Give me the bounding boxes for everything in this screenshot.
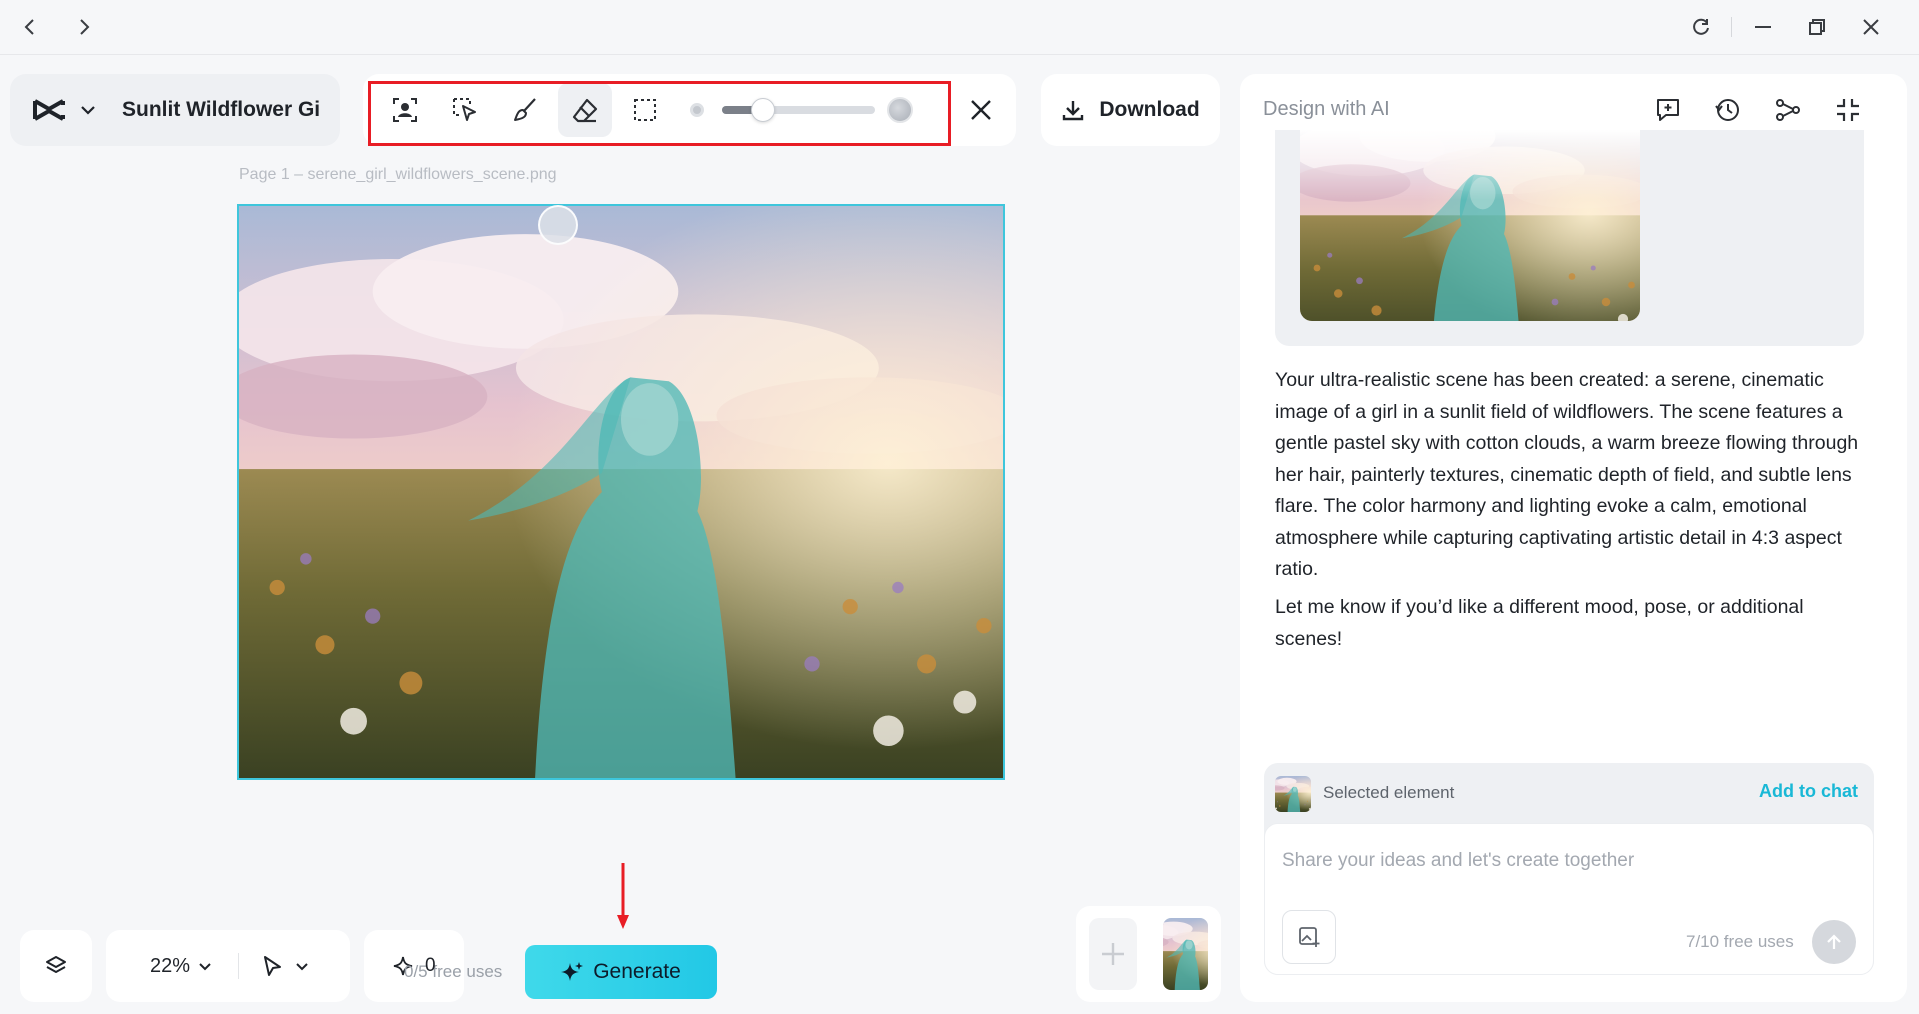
ai-message-followup: Let me know if you’d like a different mo… bbox=[1275, 596, 1804, 650]
pointer-icon bbox=[264, 956, 282, 976]
generate-button[interactable]: Generate bbox=[525, 945, 717, 999]
new-chat-icon bbox=[1657, 99, 1679, 121]
back-button[interactable] bbox=[14, 11, 46, 43]
zoom-dropdown[interactable]: 22% bbox=[150, 955, 212, 978]
titlebar-divider bbox=[1731, 17, 1732, 37]
refresh-button[interactable] bbox=[1685, 11, 1717, 43]
project-header: Sunlit Wildflower Gi bbox=[10, 74, 340, 146]
page-thumbnail[interactable] bbox=[1163, 918, 1208, 990]
zoom-divider bbox=[238, 953, 240, 979]
history-icon bbox=[1715, 99, 1739, 121]
send-button[interactable] bbox=[1812, 920, 1856, 964]
chevron-down-icon bbox=[199, 962, 211, 970]
add-to-chat-button[interactable]: Add to chat bbox=[1759, 781, 1858, 802]
page-label: Page 1 – serene_girl_wildflowers_scene.p… bbox=[239, 166, 557, 183]
share-button[interactable] bbox=[1768, 90, 1808, 130]
capcut-logo-icon bbox=[33, 99, 65, 121]
window-titlebar bbox=[0, 0, 1919, 55]
layers-button[interactable] bbox=[20, 930, 92, 1002]
minimize-button[interactable] bbox=[1747, 11, 1779, 43]
refresh-icon bbox=[1693, 18, 1709, 35]
zoom-controls: 22% bbox=[106, 930, 350, 1002]
window-close-button[interactable] bbox=[1855, 11, 1887, 43]
restore-button[interactable] bbox=[1801, 11, 1833, 43]
ai-message-text: Your ultra-realistic scene has been crea… bbox=[1275, 369, 1859, 580]
restore-icon bbox=[1809, 19, 1825, 35]
credit-count: 0 bbox=[425, 955, 436, 976]
chevron-down-icon bbox=[296, 962, 308, 970]
close-icon bbox=[971, 100, 991, 120]
plus-icon bbox=[1102, 943, 1124, 965]
panel-title: Design with AI bbox=[1263, 98, 1390, 120]
scroll-fade bbox=[1300, 130, 1640, 200]
app-logo[interactable] bbox=[32, 97, 66, 123]
collapse-panel-button[interactable] bbox=[1828, 90, 1868, 130]
download-label: Download bbox=[1099, 98, 1200, 121]
download-icon bbox=[1063, 101, 1084, 121]
brush-cursor bbox=[538, 205, 578, 245]
add-page-button[interactable] bbox=[1089, 918, 1137, 990]
zoom-value: 22% bbox=[150, 954, 191, 977]
history-button[interactable] bbox=[1708, 90, 1748, 130]
chevron-left-icon bbox=[24, 19, 34, 35]
layers-icon bbox=[46, 956, 66, 973]
free-uses-left: 0/5 free uses bbox=[404, 962, 503, 981]
red-arrow-annotation bbox=[617, 863, 629, 929]
chevron-right-icon bbox=[80, 19, 90, 35]
download-button[interactable]: Download bbox=[1041, 74, 1220, 146]
collapse-icon bbox=[1837, 99, 1859, 121]
arrow-up-icon bbox=[1827, 934, 1841, 949]
forward-button[interactable] bbox=[68, 11, 100, 43]
toolbar-close-button[interactable] bbox=[965, 94, 997, 126]
selected-photo bbox=[1275, 776, 1311, 812]
selected-element-thumbnail bbox=[1275, 776, 1311, 812]
highlight-annotation-box bbox=[368, 81, 951, 146]
pointer-tool-dropdown[interactable] bbox=[261, 954, 309, 978]
selected-element-label: Selected element bbox=[1323, 783, 1455, 802]
minimize-icon bbox=[1755, 26, 1771, 28]
canvas-photo bbox=[239, 206, 1003, 778]
project-menu-button[interactable] bbox=[80, 105, 96, 115]
project-title[interactable]: Sunlit Wildflower Gi bbox=[122, 98, 322, 122]
generate-label: Generate bbox=[593, 960, 681, 983]
free-uses-right: 7/10 free uses bbox=[1686, 932, 1794, 951]
close-icon bbox=[1863, 19, 1879, 35]
image-add-icon bbox=[1299, 927, 1320, 947]
chevron-down-icon bbox=[81, 106, 95, 115]
thumbnail-photo bbox=[1163, 918, 1208, 990]
chat-input-box[interactable] bbox=[1264, 823, 1874, 975]
chat-input-placeholder[interactable]: Share your ideas and let's create togeth… bbox=[1282, 850, 1634, 872]
sparkle-icon bbox=[561, 962, 584, 981]
attach-image-button[interactable] bbox=[1282, 910, 1336, 964]
canvas-image[interactable] bbox=[237, 204, 1005, 780]
new-chat-button[interactable] bbox=[1648, 90, 1688, 130]
share-icon bbox=[1776, 99, 1800, 121]
